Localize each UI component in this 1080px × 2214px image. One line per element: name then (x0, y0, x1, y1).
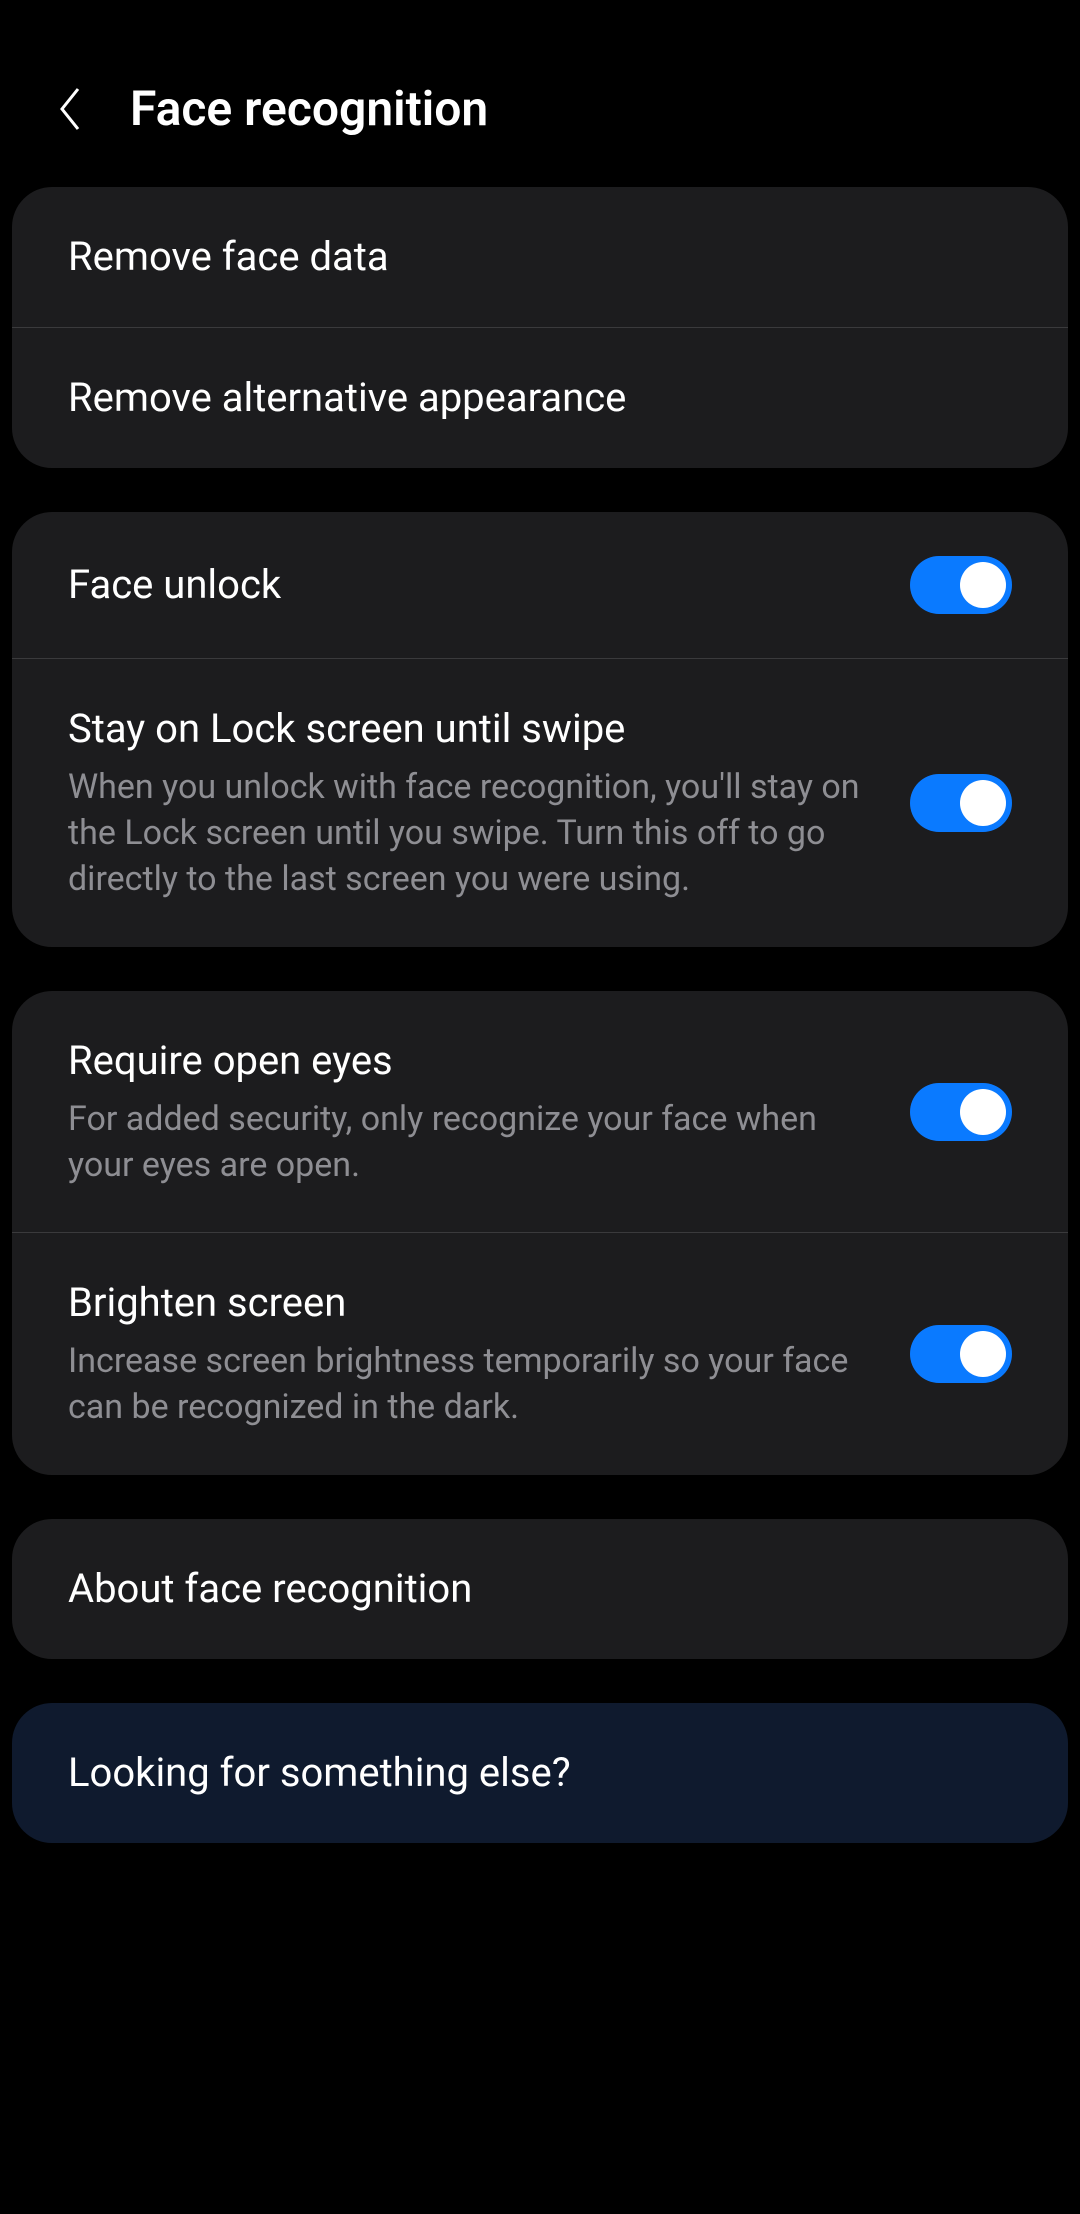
settings-group-1: Remove face data Remove alternative appe… (12, 187, 1068, 468)
settings-group-3: Require open eyes For added security, on… (12, 991, 1068, 1476)
toggle-knob (960, 562, 1006, 608)
setting-text: Looking for something else? (68, 1747, 1012, 1799)
toggle-knob (960, 1089, 1006, 1135)
setting-title: Remove alternative appearance (68, 372, 1012, 424)
setting-title: Face unlock (68, 559, 870, 611)
setting-brighten-screen[interactable]: Brighten screen Increase screen brightne… (12, 1233, 1068, 1475)
setting-text: Face unlock (68, 559, 870, 611)
brighten-screen-toggle[interactable] (910, 1325, 1012, 1383)
setting-require-open-eyes[interactable]: Require open eyes For added security, on… (12, 991, 1068, 1234)
setting-text: Require open eyes For added security, on… (68, 1035, 870, 1189)
setting-title: Remove face data (68, 231, 1012, 283)
setting-title: Stay on Lock screen until swipe (68, 703, 870, 755)
setting-description: Increase screen brightness temporarily s… (68, 1339, 870, 1431)
setting-looking-for-else[interactable]: Looking for something else? (12, 1703, 1068, 1843)
setting-text: About face recognition (68, 1563, 1012, 1615)
face-unlock-toggle[interactable] (910, 556, 1012, 614)
setting-remove-face-data[interactable]: Remove face data (12, 187, 1068, 328)
settings-group-2: Face unlock Stay on Lock screen until sw… (12, 512, 1068, 947)
setting-title: Brighten screen (68, 1277, 870, 1329)
toggle-knob (960, 1331, 1006, 1377)
setting-text: Remove alternative appearance (68, 372, 1012, 424)
chevron-left-icon (56, 85, 84, 133)
back-button[interactable] (50, 89, 90, 129)
setting-about-face-recognition[interactable]: About face recognition (12, 1519, 1068, 1659)
settings-group-5: Looking for something else? (12, 1703, 1068, 1843)
page-title: Face recognition (130, 80, 488, 137)
toggle-knob (960, 780, 1006, 826)
settings-group-4: About face recognition (12, 1519, 1068, 1659)
setting-title: Require open eyes (68, 1035, 870, 1087)
setting-description: When you unlock with face recognition, y… (68, 765, 870, 903)
setting-remove-alternative-appearance[interactable]: Remove alternative appearance (12, 328, 1068, 468)
setting-title: About face recognition (68, 1563, 1012, 1615)
stay-on-lock-screen-toggle[interactable] (910, 774, 1012, 832)
setting-face-unlock[interactable]: Face unlock (12, 512, 1068, 659)
setting-stay-on-lock-screen[interactable]: Stay on Lock screen until swipe When you… (12, 659, 1068, 947)
setting-description: For added security, only recognize your … (68, 1097, 870, 1189)
setting-text: Brighten screen Increase screen brightne… (68, 1277, 870, 1431)
header: Face recognition (0, 0, 1080, 187)
setting-title: Looking for something else? (68, 1747, 1012, 1799)
setting-text: Remove face data (68, 231, 1012, 283)
require-open-eyes-toggle[interactable] (910, 1083, 1012, 1141)
setting-text: Stay on Lock screen until swipe When you… (68, 703, 870, 903)
